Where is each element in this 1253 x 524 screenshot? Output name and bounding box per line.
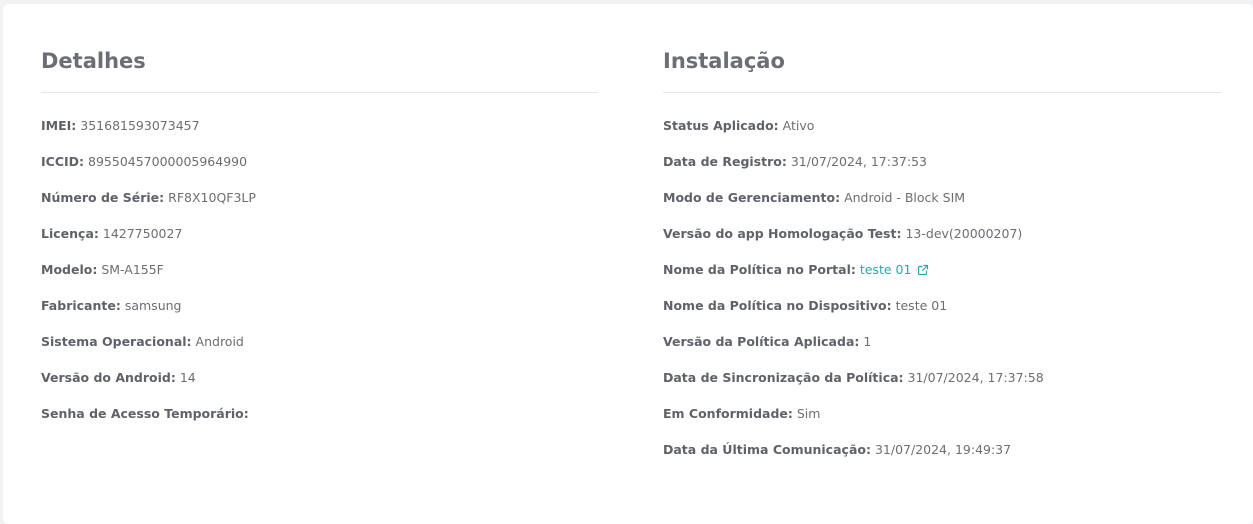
field-value: Sim xyxy=(796,406,821,421)
field-em-conformidade: Em Conformidade: Sim xyxy=(663,406,1221,442)
field-imei: IMEI: 351681593073457 xyxy=(41,118,598,154)
field-modelo: Modelo: SM-A155F xyxy=(41,262,598,298)
field-value: 31/07/2024, 17:37:53 xyxy=(790,154,927,169)
instalacao-divider xyxy=(663,92,1221,93)
field-label: Sistema Operacional: xyxy=(41,334,192,349)
field-ultima-comunicacao: Data da Última Comunicação: 31/07/2024, … xyxy=(663,442,1221,478)
field-label: Versão do app Homologação Test: xyxy=(663,226,902,241)
field-label: Modo de Gerenciamento: xyxy=(663,190,841,205)
detalhes-section: Detalhes IMEI: 351681593073457 ICCID: 89… xyxy=(41,48,598,442)
instalacao-field-list: Status Aplicado: Ativo Data de Registro:… xyxy=(663,118,1221,478)
field-value: 13-dev(20000207) xyxy=(905,226,1023,241)
field-value: 1427750027 xyxy=(102,226,183,241)
detalhes-divider xyxy=(41,92,598,93)
field-value: 89550457000005964990 xyxy=(88,154,248,169)
field-label: Versão do Android: xyxy=(41,370,176,385)
field-value: Ativo xyxy=(782,118,815,133)
external-link-icon[interactable] xyxy=(917,264,929,276)
field-label: Data de Sincronização da Política: xyxy=(663,370,904,385)
instalacao-section: Instalação Status Aplicado: Ativo Data d… xyxy=(663,48,1221,478)
field-value: 31/07/2024, 19:49:37 xyxy=(874,442,1012,457)
field-modo-de-gerenciamento: Modo de Gerenciamento: Android - Block S… xyxy=(663,190,1221,226)
field-value: RF8X10QF3LP xyxy=(168,190,256,205)
field-sistema-operacional: Sistema Operacional: Android xyxy=(41,334,598,370)
field-label: Versão da Política Aplicada: xyxy=(663,334,860,349)
field-label: Data de Registro: xyxy=(663,154,787,169)
field-senha-acesso-temporario: Senha de Acesso Temporário: xyxy=(41,406,598,442)
field-value: 351681593073457 xyxy=(80,118,200,133)
instalacao-title: Instalação xyxy=(663,49,785,73)
field-numero-de-serie: Número de Série: RF8X10QF3LP xyxy=(41,190,598,226)
field-label: Fabricante: xyxy=(41,298,121,313)
field-iccid: ICCID: 89550457000005964990 xyxy=(41,154,598,190)
field-label: Licença: xyxy=(41,226,99,241)
field-value: 1 xyxy=(863,334,872,349)
field-versao-politica: Versão da Política Aplicada: 1 xyxy=(663,334,1221,370)
field-politica-dispositivo: Nome da Política no Dispositivo: teste 0… xyxy=(663,298,1221,334)
field-label: Senha de Acesso Temporário: xyxy=(41,406,249,421)
field-label: Status Aplicado: xyxy=(663,118,779,133)
field-label: Em Conformidade: xyxy=(663,406,793,421)
field-label: Número de Série: xyxy=(41,190,165,205)
field-value: teste 01 xyxy=(895,298,948,313)
policy-portal-link-text[interactable]: teste 01 xyxy=(860,262,912,277)
field-fabricante: Fabricante: samsung xyxy=(41,298,598,334)
detalhes-field-list: IMEI: 351681593073457 ICCID: 89550457000… xyxy=(41,118,598,442)
field-label: Nome da Política no Portal: xyxy=(663,262,856,277)
field-data-sincronizacao: Data de Sincronização da Política: 31/07… xyxy=(663,370,1221,406)
field-licenca: Licença: 1427750027 xyxy=(41,226,598,262)
field-label: Data da Última Comunicação: xyxy=(663,442,871,457)
field-data-de-registro: Data de Registro: 31/07/2024, 17:37:53 xyxy=(663,154,1221,190)
field-versao-app: Versão do app Homologação Test: 13-dev(2… xyxy=(663,226,1221,262)
field-label: Modelo: xyxy=(41,262,98,277)
field-value: Android - Block SIM xyxy=(844,190,966,205)
field-value: samsung xyxy=(124,298,182,313)
field-status-aplicado: Status Aplicado: Ativo xyxy=(663,118,1221,154)
field-versao-android: Versão do Android: 14 xyxy=(41,370,598,406)
field-label: Nome da Política no Dispositivo: xyxy=(663,298,892,313)
field-label: ICCID: xyxy=(41,154,85,169)
policy-portal-link[interactable]: teste 01 xyxy=(860,262,930,277)
detalhes-title: Detalhes xyxy=(41,49,146,73)
device-details-card: Detalhes IMEI: 351681593073457 ICCID: 89… xyxy=(3,4,1253,524)
field-value: 14 xyxy=(179,370,196,385)
field-value: 31/07/2024, 17:37:58 xyxy=(907,370,1044,385)
field-politica-portal: Nome da Política no Portal: teste 01 xyxy=(663,262,1221,298)
field-value: Android xyxy=(195,334,244,349)
field-label: IMEI: xyxy=(41,118,77,133)
field-value: SM-A155F xyxy=(101,262,164,277)
